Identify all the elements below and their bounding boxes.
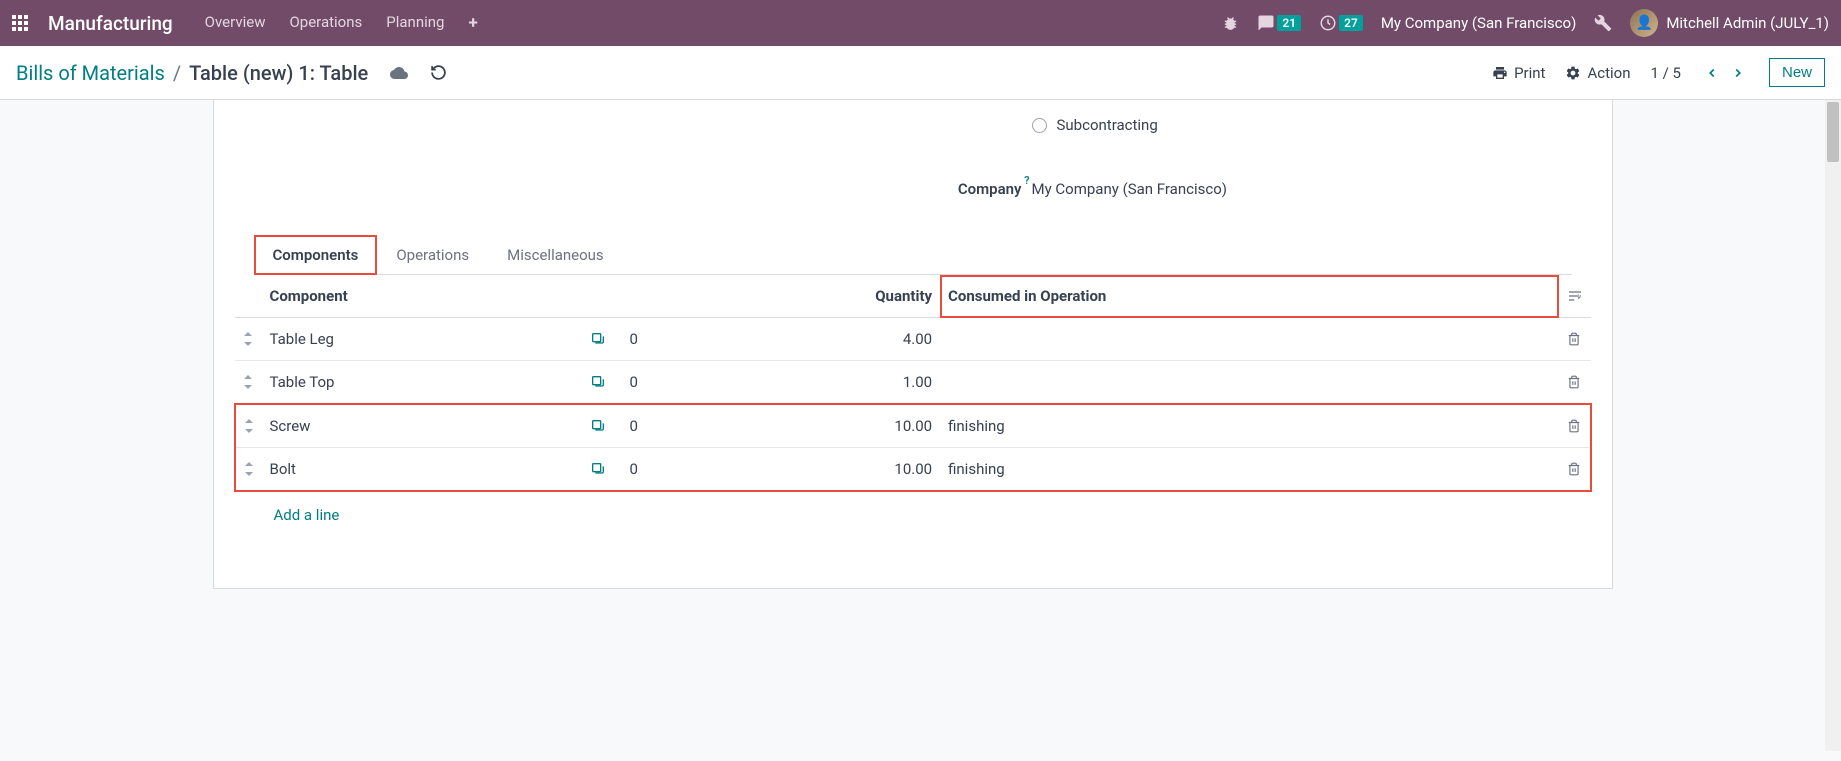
component-name[interactable]: Table Leg: [262, 318, 582, 361]
drag-handle-icon[interactable]: [235, 318, 262, 361]
quantity-value[interactable]: 10.00: [682, 404, 941, 448]
delete-icon[interactable]: [1559, 318, 1591, 361]
table-row[interactable]: Table Top 0 1.00: [235, 361, 1591, 405]
consumed-value[interactable]: [940, 318, 1558, 361]
gear-icon: [1565, 65, 1581, 81]
consumed-value[interactable]: [940, 361, 1558, 405]
clock-icon: [1319, 14, 1337, 32]
delete-icon[interactable]: [1559, 361, 1591, 405]
column-settings-icon[interactable]: [1559, 275, 1591, 318]
internal-link-icon[interactable]: [582, 448, 622, 492]
quantity-value[interactable]: 10.00: [682, 448, 941, 492]
tab-miscellaneous[interactable]: Miscellaneous: [488, 235, 623, 274]
delete-icon[interactable]: [1559, 448, 1591, 492]
radio-subcontracting[interactable]: Subcontracting: [1032, 112, 1572, 138]
internal-link-icon[interactable]: [582, 404, 622, 448]
add-line-button[interactable]: Add a line: [234, 492, 1592, 538]
radio-icon: [1032, 118, 1047, 133]
tools-icon[interactable]: [1594, 14, 1612, 32]
tab-operations[interactable]: Operations: [377, 235, 488, 274]
user-menu[interactable]: 👤 Mitchell Admin (JULY_1): [1630, 9, 1829, 37]
internal-link-icon[interactable]: [582, 361, 622, 405]
avatar: 👤: [1630, 9, 1658, 37]
company-switcher[interactable]: My Company (San Francisco): [1381, 14, 1576, 32]
scrollbar-thumb[interactable]: [1827, 102, 1839, 162]
breadcrumb-separator: /: [173, 61, 181, 85]
company-label: Company ?: [892, 172, 1032, 206]
activities-badge: 27: [1339, 15, 1363, 31]
app-name[interactable]: Manufacturing: [48, 12, 173, 35]
delete-icon[interactable]: [1559, 404, 1591, 448]
sub-value[interactable]: 0: [622, 448, 682, 492]
new-button[interactable]: New: [1769, 58, 1825, 87]
nav-overview[interactable]: Overview: [205, 13, 266, 33]
user-name: Mitchell Admin (JULY_1): [1666, 14, 1829, 32]
radio-subcontracting-label: Subcontracting: [1057, 116, 1158, 134]
component-name[interactable]: Screw: [262, 404, 582, 448]
internal-link-icon[interactable]: [582, 318, 622, 361]
print-icon: [1492, 65, 1508, 81]
quantity-value[interactable]: 1.00: [682, 361, 941, 405]
cloud-save-icon[interactable]: [390, 64, 408, 82]
chat-icon: [1257, 14, 1275, 32]
help-icon[interactable]: ?: [1024, 174, 1029, 187]
breadcrumb-parent[interactable]: Bills of Materials: [16, 61, 165, 85]
table-row[interactable]: Table Leg 0 4.00: [235, 318, 1591, 361]
debug-icon[interactable]: [1222, 15, 1239, 32]
apps-icon[interactable]: [12, 15, 28, 31]
bom-type-label: [892, 104, 1032, 146]
sub-value[interactable]: 0: [622, 318, 682, 361]
pager[interactable]: 1 / 5: [1650, 64, 1681, 82]
drag-handle-icon[interactable]: [235, 448, 262, 492]
nav-operations[interactable]: Operations: [289, 13, 362, 33]
table-row[interactable]: Screw 0 10.00 finishing: [235, 404, 1591, 448]
quantity-value[interactable]: 4.00: [682, 318, 941, 361]
action-button[interactable]: Action: [1565, 64, 1630, 82]
table-row[interactable]: Bolt 0 10.00 finishing: [235, 448, 1591, 492]
nav-plus-icon[interactable]: +: [468, 13, 477, 33]
th-component: Component: [262, 275, 582, 318]
tab-components[interactable]: Components: [254, 235, 378, 275]
activities-button[interactable]: 27: [1319, 14, 1363, 32]
messages-badge: 21: [1277, 15, 1301, 31]
breadcrumb-current: Table (new) 1: Table: [189, 61, 368, 85]
drag-handle-icon[interactable]: [235, 404, 262, 448]
consumed-value[interactable]: finishing: [940, 448, 1558, 492]
sub-value[interactable]: 0: [622, 361, 682, 405]
th-quantity: Quantity: [682, 275, 941, 318]
pager-prev[interactable]: [1701, 66, 1723, 80]
pager-next[interactable]: [1727, 66, 1749, 80]
drag-handle-icon[interactable]: [235, 361, 262, 405]
print-label: Print: [1514, 64, 1545, 82]
sub-value[interactable]: 0: [622, 404, 682, 448]
nav-planning[interactable]: Planning: [386, 13, 444, 33]
th-consumed: Consumed in Operation: [940, 275, 1558, 318]
component-name[interactable]: Table Top: [262, 361, 582, 405]
action-label: Action: [1587, 64, 1630, 82]
messages-button[interactable]: 21: [1257, 14, 1301, 32]
print-button[interactable]: Print: [1492, 64, 1545, 82]
scrollbar[interactable]: [1825, 100, 1841, 751]
component-name[interactable]: Bolt: [262, 448, 582, 492]
company-value[interactable]: My Company (San Francisco): [1032, 172, 1572, 206]
consumed-value[interactable]: finishing: [940, 404, 1558, 448]
discard-icon[interactable]: [430, 64, 447, 81]
